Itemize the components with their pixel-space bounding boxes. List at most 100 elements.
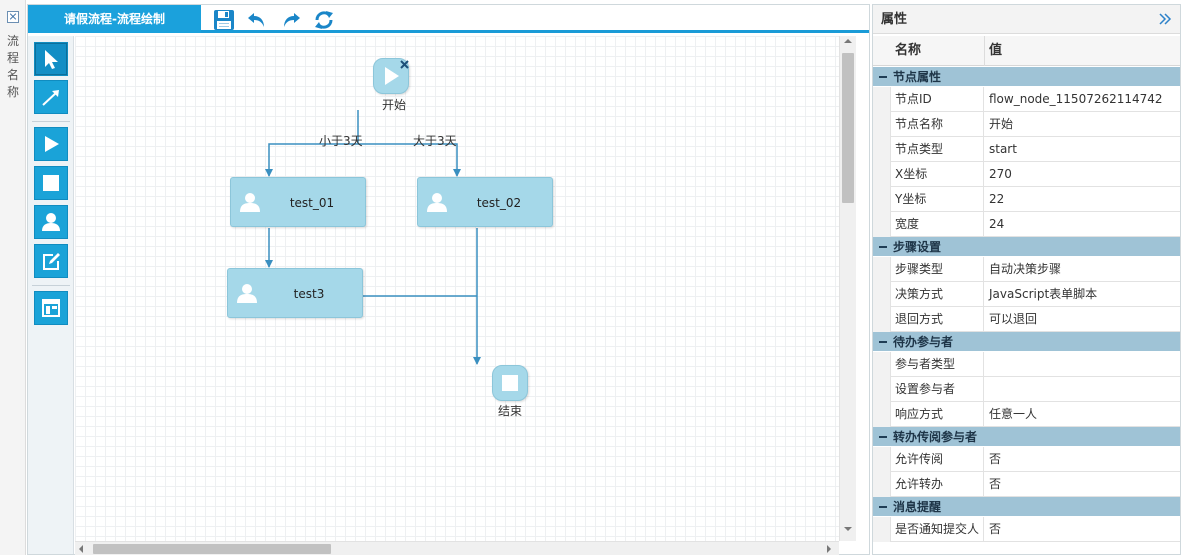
property-value[interactable]: flow_node_11507262114742 [985, 87, 1180, 112]
property-value[interactable] [985, 352, 1180, 377]
collapse-panel-icon[interactable] [1158, 12, 1172, 26]
column-value-header: 值 [989, 43, 1003, 58]
collapse-minus-icon[interactable] [879, 436, 887, 438]
property-name: 退回方式 [891, 307, 984, 332]
user-task-tool-button[interactable] [34, 205, 68, 239]
property-value[interactable]: 24 [985, 212, 1180, 237]
layout-tool-button[interactable] [34, 291, 68, 325]
redo-icon[interactable] [279, 8, 303, 32]
delete-node-icon[interactable] [400, 60, 409, 69]
property-group-header[interactable]: 待办参与者 [873, 332, 1180, 352]
row-gutter [873, 517, 891, 542]
form-task-tool-button[interactable] [34, 244, 68, 278]
property-name: 响应方式 [891, 402, 984, 427]
property-value[interactable]: 否 [985, 472, 1180, 497]
property-row: 节点名称 开始 [873, 112, 1180, 137]
row-gutter [873, 87, 891, 112]
property-name: 是否通知提交人 [891, 517, 984, 542]
row-gutter [873, 472, 891, 497]
property-group-header[interactable]: 步骤设置 [873, 237, 1180, 257]
user-icon [237, 284, 257, 303]
property-value[interactable]: JavaScript表单脚本 [985, 282, 1180, 307]
property-row: 宽度 24 [873, 212, 1180, 237]
property-value[interactable]: 否 [985, 447, 1180, 472]
property-value[interactable]: 270 [985, 162, 1180, 187]
property-name: 节点类型 [891, 137, 984, 162]
user-task-icon [42, 213, 60, 231]
designer-title-tab[interactable]: 请假流程-流程绘制 [28, 5, 201, 33]
task-node-test01[interactable]: test_01 [230, 177, 366, 227]
pointer-tool-button[interactable] [34, 42, 68, 76]
property-name: 节点ID [891, 87, 984, 112]
task-label: test_02 [476, 196, 522, 210]
property-name: 节点名称 [891, 112, 984, 137]
property-value[interactable]: 开始 [985, 112, 1180, 137]
collapse-minus-icon[interactable] [879, 246, 887, 248]
start-node-icon [45, 136, 59, 152]
scroll-right-icon[interactable] [827, 545, 831, 553]
node-palette [28, 36, 74, 554]
flow-canvas[interactable]: 开始 小于3天 大于3天 test_01 test_02 test3 结束 [75, 36, 839, 541]
collapse-minus-icon[interactable] [879, 341, 887, 343]
end-node-label: 结束 [497, 404, 522, 418]
task-node-test02[interactable]: test_02 [417, 177, 553, 227]
properties-header: 属性 [873, 5, 1180, 34]
save-icon[interactable] [212, 8, 236, 32]
row-gutter [873, 447, 891, 472]
connector-tool-button[interactable] [34, 80, 68, 114]
scroll-up-icon[interactable] [844, 39, 852, 43]
property-value[interactable]: 自动决策步骤 [985, 257, 1180, 282]
property-row: 参与者类型 [873, 352, 1180, 377]
property-group-header[interactable]: 节点属性 [873, 67, 1180, 87]
designer-header: 请假流程-流程绘制 [28, 5, 869, 33]
row-gutter [873, 187, 891, 212]
property-group-header[interactable]: 转办传阅参与者 [873, 427, 1180, 447]
horizontal-scroll-thumb[interactable] [93, 544, 331, 554]
undo-icon[interactable] [245, 8, 269, 32]
property-grid-header: 名称 值 [873, 36, 1180, 66]
vertical-scrollbar[interactable] [839, 36, 856, 541]
horizontal-scrollbar[interactable] [75, 541, 839, 555]
edge-label-less-than-3: 小于3天 [319, 134, 363, 148]
property-row: 节点ID flow_node_11507262114742 [873, 87, 1180, 112]
end-node-tool-button[interactable] [34, 166, 68, 200]
expand-toggle-icon[interactable] [7, 11, 19, 23]
property-name: 参与者类型 [891, 352, 984, 377]
palette-divider [32, 285, 70, 286]
row-gutter [873, 282, 891, 307]
row-gutter [873, 212, 891, 237]
property-value[interactable] [985, 377, 1180, 402]
vertical-scroll-thumb[interactable] [842, 53, 854, 203]
property-row: 决策方式 JavaScript表单脚本 [873, 282, 1180, 307]
start-node-tool-button[interactable] [34, 127, 68, 161]
flow-designer: 请假流程-流程绘制 开始 小于3天 大于3天 test_01 test_02 t… [27, 4, 870, 555]
collapse-minus-icon[interactable] [879, 76, 887, 78]
property-row: 是否通知提交人否 [873, 517, 1180, 542]
task-label: test_01 [289, 196, 335, 210]
refresh-icon[interactable] [312, 8, 336, 32]
property-value[interactable]: 否 [985, 517, 1180, 542]
property-name: 允许转办 [891, 472, 984, 497]
property-group-label: 步骤设置 [893, 240, 942, 254]
scroll-down-icon[interactable] [844, 527, 852, 531]
end-node-icon [43, 175, 59, 191]
end-node[interactable] [492, 365, 528, 401]
user-icon [427, 193, 447, 212]
task-node-test3[interactable]: test3 [227, 268, 363, 318]
property-name: 设置参与者 [891, 377, 984, 402]
property-value[interactable]: start [985, 137, 1180, 162]
user-icon [240, 193, 260, 212]
property-value[interactable]: 可以退回 [985, 307, 1180, 332]
collapse-minus-icon[interactable] [879, 506, 887, 508]
property-name: 宽度 [891, 212, 984, 237]
property-group-label: 节点属性 [893, 70, 942, 84]
property-value[interactable]: 任意一人 [985, 402, 1180, 427]
property-group-header[interactable]: 消息提醒 [873, 497, 1180, 517]
scroll-left-icon[interactable] [79, 545, 83, 553]
property-value[interactable]: 22 [985, 187, 1180, 212]
row-gutter [873, 112, 891, 137]
column-name-header: 名称 [895, 43, 922, 58]
process-name-label: 流程名称 [6, 34, 19, 99]
property-row: Y坐标 22 [873, 187, 1180, 212]
edge-label-more-than-3: 大于3天 [413, 134, 457, 148]
